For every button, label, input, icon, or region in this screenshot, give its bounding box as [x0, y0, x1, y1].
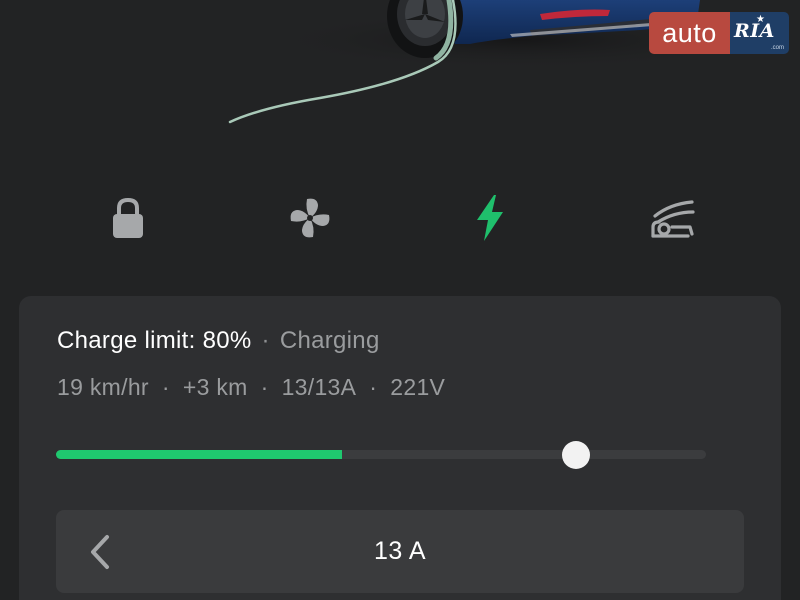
range-added: +3 km	[182, 374, 248, 400]
lightning-bolt-icon	[477, 195, 503, 241]
amperage-value: 13 A	[373, 537, 427, 565]
separator: ·	[369, 374, 378, 400]
charge-limit-text[interactable]: Charge limit: 80%	[57, 327, 252, 354]
charging-screen: auto ★ RIA .com Charge limit: 80% · Char…	[0, 0, 800, 600]
charge-rate: 19 km/hr	[57, 374, 149, 400]
autoria-watermark: auto ★ RIA .com	[649, 12, 789, 54]
watermark-brand-left: auto	[649, 12, 730, 54]
charge-status-line: Charge limit: 80% · Charging	[57, 327, 380, 355]
charge-limit-handle[interactable]	[562, 441, 590, 469]
decrease-amperage-button[interactable]	[80, 530, 120, 574]
charge-card: Charge limit: 80% · Charging 19 km/hr · +3 k…	[19, 296, 781, 600]
watermark-brand-right: RIA	[734, 20, 775, 42]
fan-icon	[290, 198, 330, 238]
separator: ·	[161, 374, 170, 400]
charging-state: Charging	[279, 327, 380, 354]
lock-button[interactable]	[100, 190, 156, 246]
watermark-brand-right-box: ★ RIA .com	[730, 12, 789, 54]
charging-button[interactable]	[462, 190, 518, 246]
charge-limit-slider[interactable]	[56, 440, 706, 470]
charge-level-fill	[56, 450, 342, 459]
chevron-left-icon	[91, 535, 109, 569]
control-icon-row	[0, 190, 800, 246]
car-frunk-icon	[651, 200, 695, 238]
lock-icon	[113, 197, 143, 238]
charge-details-line: 19 km/hr · +3 km · 13/13A · 221V	[57, 374, 445, 401]
separator: ·	[261, 327, 270, 354]
watermark-domain: .com	[770, 45, 784, 51]
climate-button[interactable]	[282, 190, 338, 246]
frunk-button[interactable]	[645, 190, 701, 246]
charge-current: 13/13A	[281, 374, 357, 400]
amperage-control: 13 A	[56, 510, 744, 593]
separator: ·	[260, 374, 269, 400]
charge-voltage: 221V	[390, 374, 446, 400]
